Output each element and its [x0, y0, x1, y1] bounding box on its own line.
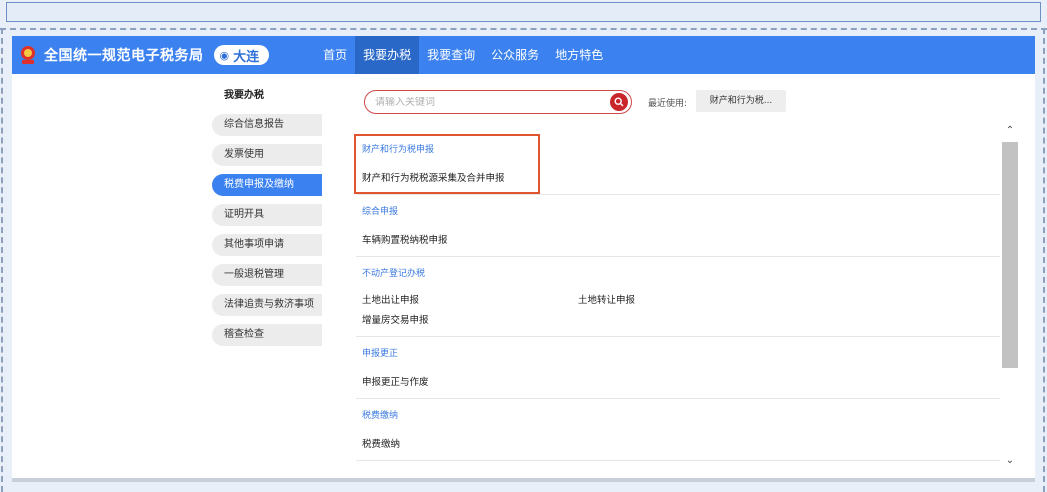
dashed-frame-top: [0, 28, 1047, 30]
divider: [356, 256, 1000, 257]
sidebar-item-other-requests[interactable]: 其他事项申请: [212, 234, 322, 256]
section-header-comprehensive: 综合申报: [362, 207, 399, 217]
top-strip: [6, 2, 1041, 22]
sidebar-item-certificate[interactable]: 证明开具: [212, 204, 322, 226]
nav-home[interactable]: 首页: [315, 36, 355, 74]
service-item-correction[interactable]: 申报更正与作废: [362, 374, 429, 388]
service-item-vehicle-tax[interactable]: 车辆购置税纳税申报: [362, 232, 448, 246]
region-selector[interactable]: ◉ 大连: [213, 45, 270, 65]
recent-label: 最近使用:: [648, 99, 688, 109]
sidebar-title: 我要办税: [224, 90, 264, 101]
nav-local-features[interactable]: 地方特色: [547, 36, 611, 74]
divider: [356, 398, 1000, 399]
service-item-property-tax-combined[interactable]: 财产和行为税税源采集及合并申报: [362, 170, 505, 184]
sidebar-item-inspection[interactable]: 稽查检查: [212, 324, 322, 346]
section-header-property-tax: 财产和行为税申报: [362, 145, 435, 155]
service-item-land-transfer[interactable]: 土地转让申报: [578, 292, 635, 306]
sidebar: 我要办税 综合信息报告 发票使用 税费申报及缴纳 证明开具 其他事项申请 一般退…: [212, 86, 322, 346]
search-icon: [614, 97, 624, 107]
nav-public-service[interactable]: 公众服务: [483, 36, 547, 74]
tax-bureau-window: 全国统一规范电子税务局 ◉ 大连 首页 我要办税 我要查询 公众服务 地方特色 …: [12, 36, 1035, 482]
section-header-correction: 申报更正: [362, 349, 399, 359]
scroll-down-icon[interactable]: ⌄: [1002, 454, 1018, 468]
main-nav: 首页 我要办税 我要查询 公众服务 地方特色: [315, 36, 611, 74]
region-label: 大连: [233, 49, 260, 65]
service-list: 财产和行为税申报 财产和行为税税源采集及合并申报 综合申报 车辆购置税纳税申报 …: [352, 132, 1000, 472]
nav-tax-handling[interactable]: 我要办税: [355, 36, 420, 74]
divider: [356, 194, 1000, 195]
search-button[interactable]: [610, 93, 628, 111]
search-input[interactable]: [375, 96, 610, 108]
divider: [356, 336, 1000, 337]
recent-chip[interactable]: 财产和行为税...: [696, 90, 786, 112]
scroll-up-icon[interactable]: ⌃: [1002, 124, 1018, 138]
service-item-new-house[interactable]: 增量房交易申报: [362, 312, 429, 326]
dashed-frame-right: [1043, 28, 1045, 492]
service-item-payment[interactable]: 税费缴纳: [362, 436, 400, 450]
section-header-payment: 税费缴纳: [362, 411, 399, 421]
sidebar-item-info-report[interactable]: 综合信息报告: [212, 114, 322, 136]
sidebar-item-invoice[interactable]: 发票使用: [212, 144, 322, 166]
site-title: 全国统一规范电子税务局: [44, 48, 204, 64]
sidebar-item-legal[interactable]: 法律追责与救济事项: [212, 294, 322, 316]
service-item-land-grant[interactable]: 土地出让申报: [362, 292, 419, 306]
nav-query[interactable]: 我要查询: [419, 36, 483, 74]
search-box: [364, 90, 632, 114]
top-navbar: 全国统一规范电子税务局 ◉ 大连 首页 我要办税 我要查询 公众服务 地方特色: [12, 36, 1035, 74]
tax-emblem-icon: [21, 46, 35, 64]
scroll-thumb[interactable]: [1002, 142, 1018, 368]
scrollbar[interactable]: ⌃ ⌄: [1002, 124, 1018, 470]
sidebar-item-refund[interactable]: 一般退税管理: [212, 264, 322, 286]
location-pin-icon: ◉: [219, 48, 230, 62]
bottom-bar: [12, 478, 1035, 482]
section-header-real-estate: 不动产登记办税: [362, 269, 426, 279]
dashed-frame-left: [1, 28, 3, 492]
sidebar-item-tax-declaration[interactable]: 税费申报及缴纳: [212, 174, 322, 196]
divider: [356, 460, 1000, 461]
